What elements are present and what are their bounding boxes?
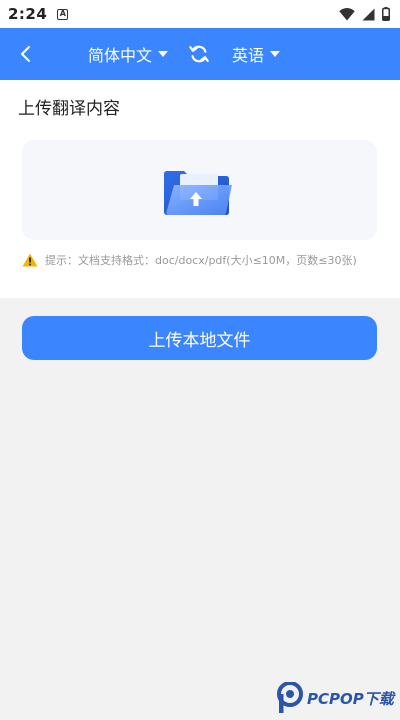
status-time: 2:24	[8, 5, 48, 23]
caret-down-icon	[158, 51, 169, 57]
status-bar: 2:24 A	[0, 0, 400, 28]
source-language-label: 简体中文	[88, 46, 153, 65]
section-title: 上传翻译内容	[18, 99, 120, 119]
chevron-left-icon[interactable]	[14, 42, 38, 66]
target-language-label: 英语	[232, 46, 265, 65]
status-left: 2:24 A	[8, 5, 69, 23]
hint-text: 提示：文档支持格式：doc/docx/pdf(大小≤10M，页数≤30张)	[45, 254, 357, 267]
hint-row: 提示：文档支持格式：doc/docx/pdf(大小≤10M，页数≤30张)	[22, 252, 357, 268]
notification-icon: A	[57, 8, 69, 20]
upload-local-file-button[interactable]: 上传本地文件	[22, 316, 377, 360]
signal-icon	[362, 8, 375, 20]
wifi-icon	[339, 7, 355, 20]
watermark-text: PCPOP下载	[307, 689, 394, 708]
status-right	[339, 7, 390, 21]
target-language-select[interactable]: 英语	[232, 28, 281, 80]
folder-upload-icon	[164, 171, 232, 215]
battery-icon	[382, 7, 390, 21]
watermark: PCPOP下载	[276, 682, 394, 714]
pcpop-logo-icon	[277, 682, 303, 713]
source-language-select[interactable]: 简体中文	[88, 28, 169, 80]
caret-down-icon	[270, 51, 281, 57]
swap-icon[interactable]	[188, 43, 210, 65]
warning-icon	[22, 253, 38, 267]
app-bar: 简体中文 英语	[0, 28, 400, 80]
